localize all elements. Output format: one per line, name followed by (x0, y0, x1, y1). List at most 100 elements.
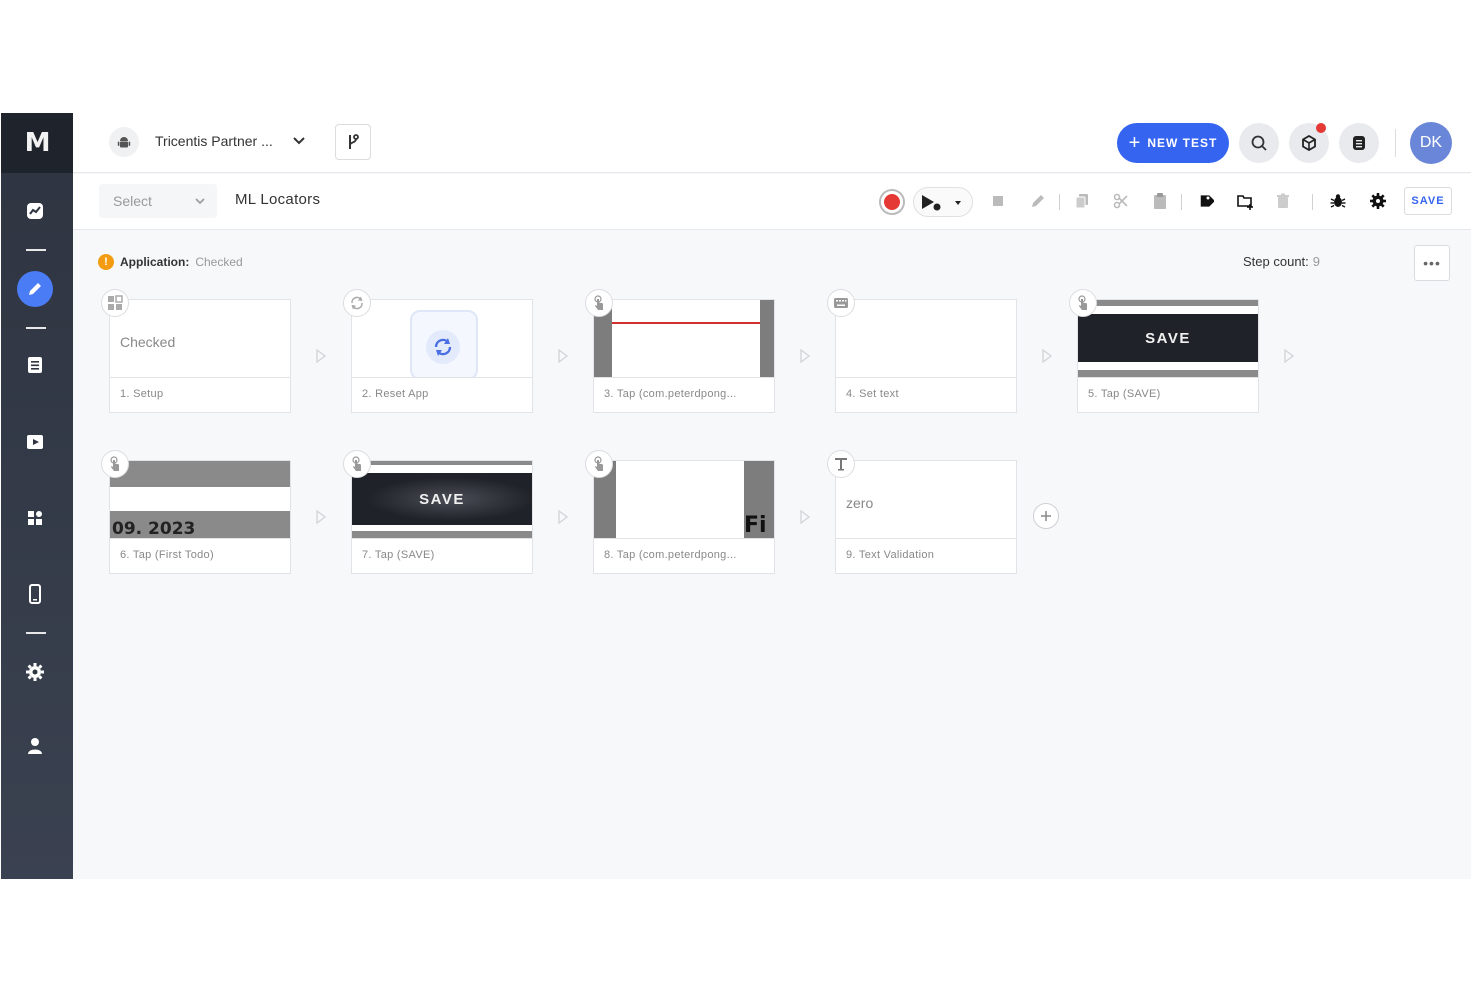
step-caption: 4. Set text (846, 388, 899, 400)
tap-icon (101, 450, 129, 478)
app-window: M Tricentis Partner ... + NEW TEST DK Se… (1, 113, 1471, 879)
test-select-dropdown[interactable]: Select (99, 184, 217, 218)
sidebar-divider (26, 249, 46, 251)
thumb-save-button: SAVE (1078, 314, 1258, 362)
stop-icon (993, 196, 1003, 206)
run-button-group[interactable] (913, 187, 973, 217)
header-divider (1395, 129, 1396, 157)
search-button[interactable] (1239, 123, 1279, 163)
tests-list-icon[interactable] (19, 349, 51, 381)
delete-button[interactable] (1272, 190, 1294, 212)
bug-icon (1330, 194, 1346, 208)
user-avatar[interactable]: DK (1410, 122, 1452, 164)
edit-button[interactable] (1027, 190, 1049, 212)
project-selector[interactable]: Tricentis Partner ... (155, 133, 273, 149)
document-icon (1353, 136, 1365, 150)
thumb-shape (110, 461, 290, 487)
thumb-text: zero (846, 495, 874, 511)
thumb-shape (612, 322, 760, 324)
tag-button[interactable] (1194, 190, 1216, 212)
step-thumbnail (594, 300, 774, 378)
arrow-right-icon (558, 510, 569, 524)
arrow-right-icon (316, 349, 327, 363)
editor-toolbar: Select ML Locators SAVE (73, 174, 1471, 230)
add-to-folder-button[interactable] (1234, 190, 1256, 212)
runs-icon[interactable] (19, 426, 51, 458)
branch-button[interactable] (335, 124, 371, 160)
android-icon (109, 127, 139, 157)
play-debug-icon[interactable] (920, 193, 944, 213)
arrow-right-icon (316, 510, 327, 524)
top-header: Tricentis Partner ... + NEW TEST DK (73, 113, 1471, 173)
step-card[interactable]: 3. Tap (com.peterdpong... (593, 299, 775, 413)
tap-icon (585, 450, 613, 478)
scissors-icon (1113, 193, 1128, 209)
more-options-button[interactable]: ••• (1414, 245, 1450, 281)
arrow-right-icon (1284, 349, 1295, 363)
test-settings-button[interactable] (1367, 190, 1389, 212)
copy-button[interactable] (1071, 190, 1093, 212)
plus-icon: + (1128, 132, 1142, 154)
record-icon (884, 194, 900, 210)
stop-button[interactable] (987, 190, 1009, 212)
save-button[interactable]: SAVE (1404, 187, 1452, 215)
step-caption: 7. Tap (SAVE) (362, 549, 435, 561)
thumb-shape (352, 531, 532, 538)
sidebar-divider (26, 632, 46, 634)
step-count-value: 9 (1312, 254, 1321, 269)
app-logo[interactable]: M (1, 113, 73, 173)
user-icon[interactable] (19, 730, 51, 762)
thumb-shape (352, 461, 532, 465)
step-card[interactable]: Checked 1. Setup (109, 299, 291, 413)
add-step-button[interactable] (1033, 503, 1059, 529)
editor-icon[interactable] (17, 271, 53, 307)
copy-icon (1075, 194, 1088, 209)
step-card[interactable]: 09. 2023 6. Tap (First Todo) (109, 460, 291, 574)
folder-plus-icon (1237, 195, 1253, 210)
packages-button[interactable] (1289, 123, 1329, 163)
docs-button[interactable] (1339, 123, 1379, 163)
step-caption: 3. Tap (com.peterdpong... (604, 388, 737, 400)
step-count: Step count: 9 (1243, 254, 1320, 269)
package-cube-icon (1302, 135, 1316, 151)
step-caption: 6. Tap (First Todo) (120, 549, 214, 561)
arrow-right-icon (800, 349, 811, 363)
step-card[interactable]: 2. Reset App (351, 299, 533, 413)
toolbar-divider (1181, 194, 1182, 210)
thumb-save-button: SAVE (352, 473, 532, 525)
caret-down-icon[interactable] (954, 199, 962, 207)
tap-icon (343, 450, 371, 478)
keyboard-icon (827, 289, 855, 317)
step-thumbnail: Checked (110, 300, 290, 378)
branch-icon (349, 134, 359, 149)
chevron-down-icon[interactable] (291, 133, 307, 149)
step-caption: 9. Text Validation (846, 549, 935, 561)
new-test-label: NEW TEST (1147, 136, 1218, 150)
settings-gear-icon[interactable] (19, 656, 51, 688)
application-value[interactable]: Checked (195, 255, 242, 269)
search-icon (1251, 135, 1267, 151)
cut-button[interactable] (1110, 190, 1132, 212)
thumb-shape (1078, 300, 1258, 306)
step-card[interactable]: 4. Set text (835, 299, 1017, 413)
dashboard-icon[interactable] (19, 502, 51, 534)
text-icon (827, 450, 855, 478)
paste-button[interactable] (1149, 190, 1171, 212)
step-card[interactable]: Fi 8. Tap (com.peterdpong... (593, 460, 775, 574)
step-caption: 2. Reset App (362, 388, 429, 400)
step-card[interactable]: SAVE 5. Tap (SAVE) (1077, 299, 1259, 413)
analytics-icon[interactable] (19, 195, 51, 227)
record-button[interactable] (879, 189, 905, 215)
step-card[interactable]: SAVE 7. Tap (SAVE) (351, 460, 533, 574)
application-label: Application: (120, 255, 190, 269)
new-test-button[interactable]: + NEW TEST (1117, 123, 1229, 163)
debug-button[interactable] (1327, 190, 1349, 212)
arrow-right-icon (558, 349, 569, 363)
device-icon[interactable] (19, 578, 51, 610)
arrow-right-icon (800, 510, 811, 524)
test-title[interactable]: ML Locators (235, 191, 320, 208)
thumb-text: 09. 2023 (112, 519, 196, 539)
chevron-down-icon (195, 198, 205, 205)
select-label: Select (113, 193, 152, 209)
step-card[interactable]: zero 9. Text Validation (835, 460, 1017, 574)
